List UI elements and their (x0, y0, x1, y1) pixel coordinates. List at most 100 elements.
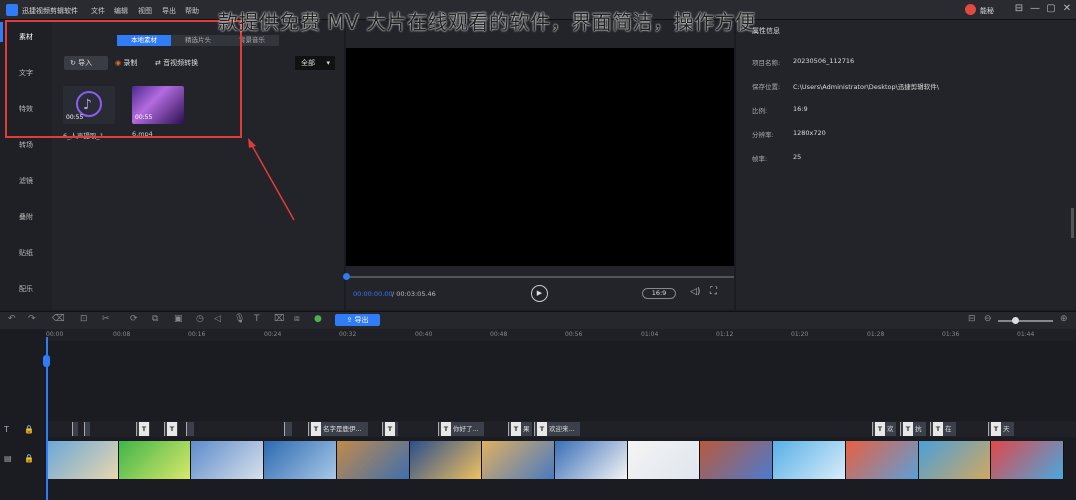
prop-value-fps: 25 (793, 153, 802, 161)
maximize-icon[interactable]: ▢ (1044, 3, 1058, 14)
ai-icon[interactable]: ● (314, 314, 322, 324)
video-frame (845, 441, 919, 479)
playhead-handle[interactable] (43, 355, 50, 367)
text-clip[interactable]: T果 (508, 422, 532, 436)
pip-icon[interactable]: ⧈ (294, 314, 300, 324)
chevron-down-icon: ▾ (326, 59, 330, 67)
lock-icon[interactable]: 🔒 (24, 425, 34, 434)
text-clip[interactable]: T天 (988, 422, 1014, 436)
ruler-tick: 00:24 (264, 331, 282, 338)
rotate-icon[interactable]: ⟳ (130, 314, 138, 324)
fit-icon[interactable]: ⊟ (968, 314, 976, 324)
user-name[interactable]: 能秘 (980, 6, 994, 16)
menu-edit[interactable]: 编辑 (114, 6, 128, 16)
text-clip[interactable]: T抗 (900, 422, 926, 436)
ruler-tick: 00:00 (46, 331, 64, 338)
ruler-tick: 01:12 (716, 331, 734, 338)
ratio-dropdown[interactable]: 16:9 (642, 288, 676, 299)
nav-item-music[interactable]: 配乐 (0, 284, 52, 294)
total-time: / 00:03:05.46 (392, 290, 436, 298)
split-icon[interactable]: ✂ (102, 314, 110, 324)
freeze-icon[interactable]: ▣ (174, 314, 183, 324)
prop-value-resolution: 1280x720 (793, 129, 826, 137)
text-clip[interactable] (186, 422, 194, 436)
volume-icon[interactable]: ◁) (690, 287, 700, 297)
text-tool-icon[interactable]: T (254, 314, 260, 324)
highlight-box (5, 20, 242, 138)
timeline-toolbar (0, 311, 1076, 329)
speed-icon[interactable]: ◷ (196, 314, 204, 324)
nav-item-transitions[interactable]: 转场 (0, 140, 52, 150)
arrow-annotation-icon (248, 138, 295, 221)
prop-value-ratio: 16:9 (793, 105, 808, 113)
menu-file[interactable]: 文件 (91, 6, 105, 16)
mic-icon[interactable]: 🎙 (234, 314, 245, 324)
menu-help[interactable]: 帮助 (185, 6, 199, 16)
video-track[interactable] (46, 441, 1065, 479)
zoom-slider-handle[interactable] (1012, 317, 1019, 324)
video-frame (191, 441, 265, 479)
text-clip[interactable]: T欢 (872, 422, 896, 436)
export-button[interactable]: ⇪ 导出 (335, 314, 380, 326)
text-track-icon: T (4, 425, 9, 434)
ruler-tick: 00:16 (188, 331, 206, 338)
text-clip[interactable]: T 名字是鹿伊... (308, 422, 368, 436)
video-frame (555, 441, 628, 479)
volume-adjust-icon[interactable]: ◁ (214, 314, 221, 324)
user-avatar[interactable] (965, 4, 976, 15)
text-clip[interactable]: T (164, 422, 178, 436)
fullscreen-icon[interactable]: ⛶ (710, 286, 717, 297)
text-clip[interactable]: T 欢迎来... (534, 422, 580, 436)
delete-icon[interactable]: ⌫ (52, 314, 65, 324)
mirror-icon[interactable]: ⧉ (152, 314, 158, 324)
video-frame (700, 441, 774, 479)
screenshot-icon[interactable]: ⌧ (274, 314, 284, 324)
play-button[interactable]: ▶ (531, 285, 548, 302)
prop-label-path: 保存位置: (752, 83, 781, 91)
properties-tab[interactable]: 属性信息 (752, 26, 780, 36)
video-frame (991, 441, 1065, 479)
prop-label-resolution: 分辨率: (752, 131, 774, 139)
ruler-tick: 00:48 (490, 331, 508, 338)
scrollbar[interactable] (1071, 208, 1074, 238)
crop-icon[interactable]: ⊡ (80, 314, 88, 324)
text-clip-label: 抗 (915, 425, 922, 433)
ruler-tick: 01:20 (791, 331, 809, 338)
text-clip[interactable] (284, 422, 292, 436)
text-clip-label: 果 (523, 425, 530, 433)
zoom-out-icon[interactable]: ⊖ (984, 314, 992, 324)
zoom-slider[interactable] (998, 320, 1053, 322)
video-frame (482, 441, 556, 479)
menu-icon[interactable]: ⊟ (1012, 3, 1026, 14)
video-frame (118, 441, 192, 479)
video-frame (336, 441, 410, 479)
text-clip[interactable] (72, 422, 78, 436)
menu-view[interactable]: 视图 (138, 6, 152, 16)
zoom-in-icon[interactable]: ⊕ (1060, 314, 1068, 324)
text-clip[interactable]: T 你好了... (438, 422, 484, 436)
progress-bar[interactable] (346, 276, 734, 278)
export-icon: ⇪ (346, 316, 355, 324)
ruler-tick: 01:28 (867, 331, 885, 338)
redo-icon[interactable]: ↷ (28, 314, 36, 324)
text-clip-label: 在 (945, 425, 952, 433)
text-clip[interactable]: T (136, 422, 150, 436)
properties-panel (736, 20, 1076, 310)
undo-icon[interactable]: ↶ (8, 314, 16, 324)
nav-item-overlay[interactable]: 叠附 (0, 212, 52, 222)
ruler-tick: 00:40 (415, 331, 433, 338)
nav-item-filters[interactable]: 滤镜 (0, 176, 52, 186)
ruler-tick: 01:04 (641, 331, 659, 338)
lock-icon[interactable]: 🔒 (24, 454, 34, 463)
filter-dropdown[interactable]: 全部 ▾ (295, 56, 335, 70)
text-clip[interactable]: T在 (930, 422, 956, 436)
close-icon[interactable]: ✕ (1060, 3, 1074, 14)
progress-handle[interactable] (343, 273, 350, 280)
text-clip-label: 天 (1003, 425, 1010, 433)
minimize-icon[interactable]: — (1028, 3, 1042, 14)
nav-item-stickers[interactable]: 贴纸 (0, 248, 52, 258)
text-clip[interactable] (84, 422, 90, 436)
text-clip[interactable]: T (382, 422, 398, 436)
menu-export[interactable]: 导出 (162, 6, 176, 16)
video-frame (264, 441, 337, 479)
